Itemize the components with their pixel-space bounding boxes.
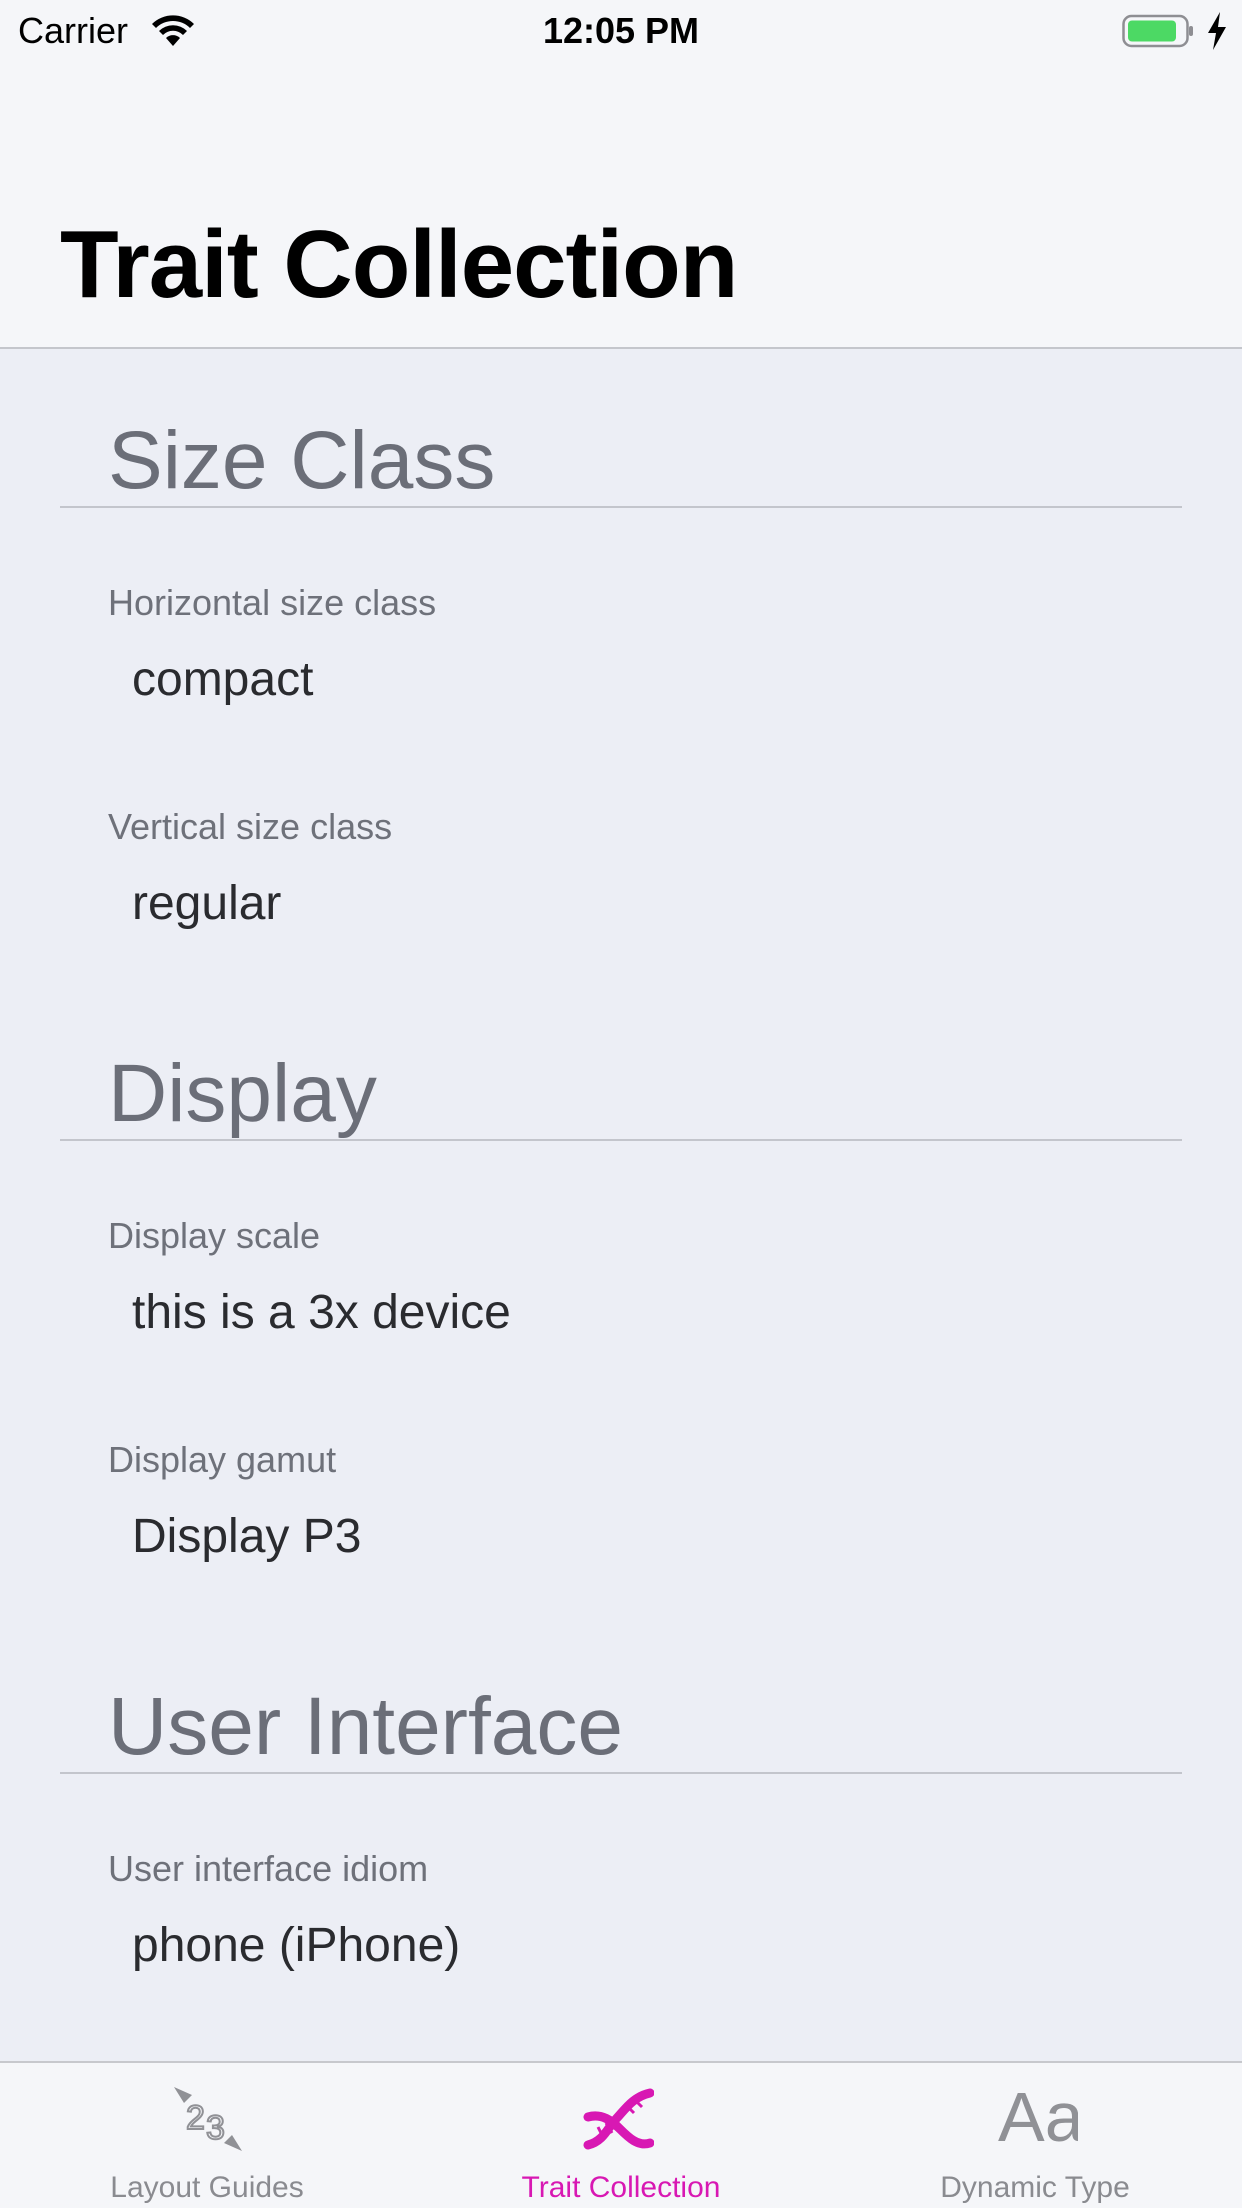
section-display: Display Display scale this is a 3x devic… (60, 1049, 1182, 1609)
svg-text:2: 2 (186, 2099, 205, 2137)
item-value: Display P3 (132, 1510, 362, 1563)
section-header: Size Class (60, 416, 1182, 508)
section-size-class: Size Class Horizontal size class compact… (60, 416, 1182, 976)
item-label: User interface idiom (108, 1848, 429, 1889)
tab-label: Dynamic Type (940, 2171, 1130, 2204)
item-label: Horizontal size class (108, 582, 437, 623)
svg-text:3: 3 (206, 2109, 225, 2147)
item-label: Vertical size class (108, 806, 393, 847)
section-title: Size Class (108, 415, 496, 506)
status-time: 12:05 PM (542, 10, 700, 51)
charging-icon (1208, 12, 1226, 50)
item-value: compact (132, 653, 314, 706)
section-header: Display (60, 1049, 1182, 1141)
status-bar: Carrier 12:05 PM (0, 0, 1242, 62)
tab-trait-collection[interactable]: Trait Collection (414, 2063, 828, 2208)
section-title: Display (108, 1048, 377, 1139)
battery-icon (1122, 14, 1193, 48)
tab-layout-guides[interactable]: 2 3 Layout Guides (0, 2063, 414, 2208)
navigation-bar: Carrier 12:05 PM Trait Collection (0, 0, 1242, 349)
page-title: Trait Collection (60, 211, 738, 318)
item-value: this is a 3x device (132, 1286, 511, 1339)
tab-dynamic-type[interactable]: Aa Dynamic Type (828, 2063, 1242, 2208)
item-value: phone (iPhone) (132, 1919, 461, 1972)
dna-icon (583, 2088, 654, 2150)
item-label: Display scale (108, 1215, 321, 1256)
layout-guides-icon: 2 3 (174, 2087, 242, 2151)
item-value: regular (132, 877, 282, 930)
tab-label: Layout Guides (110, 2171, 304, 2204)
tab-label: Trait Collection (521, 2171, 721, 2204)
section-header: User Interface (60, 1682, 1182, 1774)
section-title: User Interface (108, 1681, 623, 1772)
section-user-interface: User Interface User interface idiom phon… (60, 1682, 1182, 2022)
screen: Carrier 12:05 PM Trait Collection Size C… (0, 0, 1242, 2208)
text-size-icon: Aa (998, 2081, 1078, 2153)
tab-bar: 2 3 Layout Guides Trait Collection Aa Dy… (0, 2061, 1242, 2208)
item-label: Display gamut (108, 1439, 337, 1480)
